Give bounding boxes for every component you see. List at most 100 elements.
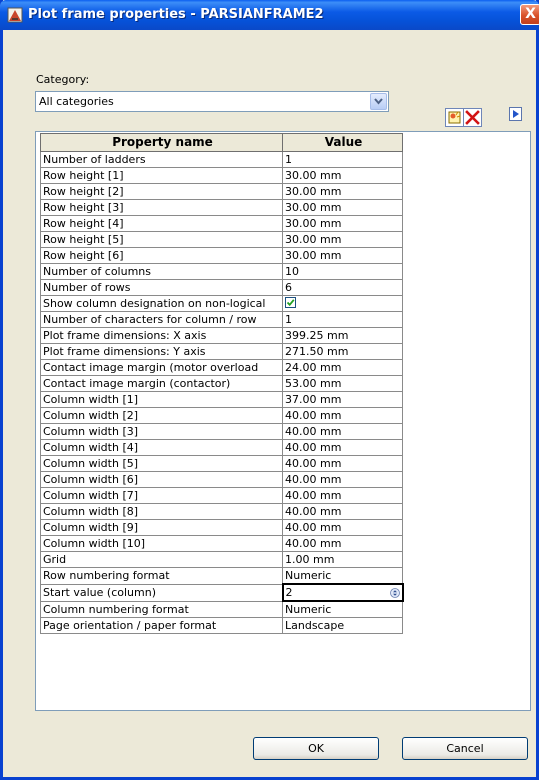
property-value-cell[interactable]: 30.00 mm [282, 183, 403, 200]
property-name-cell: Grid [40, 551, 283, 568]
table-row[interactable]: Column width [5] 40.00 mm [40, 455, 403, 472]
property-table-body: Number of ladders 1 Row height [1] 30.00 mm… [40, 151, 404, 634]
property-value-cell[interactable]: 30.00 mm [282, 167, 403, 184]
table-row[interactable]: Plot frame dimensions: X axis 399.25 mm [40, 327, 403, 344]
table-row[interactable]: Column width [2] 40.00 mm [40, 407, 403, 424]
table-row[interactable]: Row height [5] 30.00 mm [40, 231, 403, 248]
property-name-cell: Row height [4] [40, 215, 283, 232]
category-selected-value: All categories [39, 95, 114, 108]
show-designation-checkbox[interactable] [285, 297, 296, 308]
table-row[interactable]: Contact image margin (contactor) 53.00 mm [40, 375, 403, 392]
property-value-cell[interactable]: 40.00 mm [282, 423, 403, 440]
property-value-cell[interactable]: 30.00 mm [282, 215, 403, 232]
property-name-cell: Row numbering format [40, 567, 283, 585]
table-row[interactable]: Number of ladders 1 [40, 151, 403, 168]
table-row[interactable]: Number of columns 10 [40, 263, 403, 280]
table-row[interactable]: Row height [1] 30.00 mm [40, 167, 403, 184]
table-row[interactable]: Column width [6] 40.00 mm [40, 471, 403, 488]
property-name-cell: Row height [6] [40, 247, 283, 264]
property-grid[interactable]: Property name Value Number of ladders 1 Ro… [35, 131, 531, 711]
checkmark-icon [286, 299, 295, 307]
property-value-cell[interactable]: 1.00 mm [282, 551, 403, 568]
property-value-cell[interactable]: 6 [282, 279, 403, 296]
property-value-cell[interactable]: 40.00 mm [282, 519, 403, 536]
property-value-cell[interactable]: 1 [282, 151, 403, 168]
table-row[interactable]: Column numbering format Numeric [40, 600, 403, 618]
column-header-property-name[interactable]: Property name [40, 133, 283, 152]
property-name-cell: Row height [3] [40, 199, 283, 216]
property-value-cell[interactable]: 40.00 mm [282, 503, 403, 520]
ok-button[interactable]: OK [253, 737, 379, 760]
table-row[interactable]: Row height [2] 30.00 mm [40, 183, 403, 200]
table-row[interactable]: Show column designation on non-logical [40, 295, 403, 312]
title-bar[interactable]: Plot frame properties - PARSIANFRAME2 X [0, 0, 539, 30]
table-row[interactable]: Number of rows 6 [40, 279, 403, 296]
property-value-cell[interactable]: 30.00 mm [282, 199, 403, 216]
property-name-cell: Contact image margin (contactor) [40, 375, 283, 392]
property-name-cell: Column numbering format [40, 600, 283, 618]
delete-button[interactable] [463, 108, 482, 127]
property-name-cell: Column width [1] [40, 391, 283, 408]
table-row[interactable]: Column width [4] 40.00 mm [40, 439, 403, 456]
property-value-cell[interactable]: Numeric [282, 567, 403, 585]
table-row[interactable]: Number of characters for column / row 1 [40, 311, 403, 328]
property-value-cell[interactable]: 271.50 mm [282, 343, 403, 360]
property-value-cell[interactable]: 399.25 mm [282, 327, 403, 344]
table-row[interactable]: Column width [10] 40.00 mm [40, 535, 403, 552]
property-name-cell: Row height [2] [40, 183, 283, 200]
column-header-value[interactable]: Value [282, 133, 403, 152]
table-row[interactable]: Row height [6] 30.00 mm [40, 247, 403, 264]
table-row[interactable]: Row height [4] 30.00 mm [40, 215, 403, 232]
property-name-cell: Column width [5] [40, 455, 283, 472]
delete-icon [465, 110, 480, 125]
property-value-editor[interactable]: 2 [281, 583, 404, 602]
cancel-button[interactable]: Cancel [402, 737, 528, 760]
property-name-cell: Plot frame dimensions: X axis [40, 327, 283, 344]
category-dropdown-button[interactable] [370, 93, 387, 110]
property-name-cell: Row height [1] [40, 167, 283, 184]
property-value-cell[interactable]: 24.00 mm [282, 359, 403, 376]
property-name-cell: Number of columns [40, 263, 283, 280]
property-name-cell: Column width [3] [40, 423, 283, 440]
property-value-cell[interactable]: 40.00 mm [282, 455, 403, 472]
property-value-cell[interactable]: 53.00 mm [282, 375, 403, 392]
property-value-cell[interactable]: 40.00 mm [282, 407, 403, 424]
table-row[interactable]: Contact image margin (motor overload 24.0… [40, 359, 403, 376]
table-row[interactable]: Page orientation / paper format Landscape [40, 617, 403, 634]
table-row[interactable]: Start value (column) 2 [40, 583, 404, 602]
property-value-cell[interactable]: 30.00 mm [282, 231, 403, 248]
property-value-cell[interactable]: Numeric [282, 600, 403, 618]
category-label: Category: [36, 73, 90, 86]
property-value-cell[interactable]: Landscape [282, 617, 403, 634]
table-row[interactable]: Row height [3] 30.00 mm [40, 199, 403, 216]
property-name-cell: Number of characters for column / row [40, 311, 283, 328]
table-row[interactable]: Column width [3] 40.00 mm [40, 423, 403, 440]
table-row[interactable]: Column width [7] 40.00 mm [40, 487, 403, 504]
property-value-cell[interactable]: 40.00 mm [282, 535, 403, 552]
table-row[interactable]: Column width [8] 40.00 mm [40, 503, 403, 520]
table-row[interactable]: Column width [9] 40.00 mm [40, 519, 403, 536]
property-value-cell[interactable]: 40.00 mm [282, 471, 403, 488]
dialog-window: Plot frame properties - PARSIANFRAME2 X … [0, 0, 539, 780]
property-value-cell[interactable]: 30.00 mm [282, 247, 403, 264]
close-icon: X [525, 6, 536, 22]
next-button[interactable] [509, 107, 522, 121]
new-entry-button[interactable] [445, 108, 464, 127]
property-name-cell: Column width [6] [40, 471, 283, 488]
property-name-cell: Start value (column) [40, 583, 283, 602]
spinner-icon[interactable] [389, 587, 400, 598]
table-row[interactable]: Plot frame dimensions: Y axis 271.50 mm [40, 343, 403, 360]
table-row[interactable]: Grid 1.00 mm [40, 551, 403, 568]
close-button[interactable]: X [520, 4, 539, 25]
table-row[interactable]: Column width [1] 37.00 mm [40, 391, 403, 408]
property-value-cell[interactable]: 10 [282, 263, 403, 280]
property-value-cell[interactable]: 1 [282, 311, 403, 328]
table-row[interactable]: Row numbering format Numeric [40, 567, 403, 585]
plot-frame-icon [7, 7, 23, 23]
property-value-cell[interactable]: 40.00 mm [282, 439, 403, 456]
category-select[interactable]: All categories [35, 91, 389, 112]
property-value-cell[interactable]: 40.00 mm [282, 487, 403, 504]
property-value-checkbox-cell[interactable] [282, 295, 403, 312]
property-value-cell[interactable]: 37.00 mm [282, 391, 403, 408]
property-name-cell: Number of rows [40, 279, 283, 296]
